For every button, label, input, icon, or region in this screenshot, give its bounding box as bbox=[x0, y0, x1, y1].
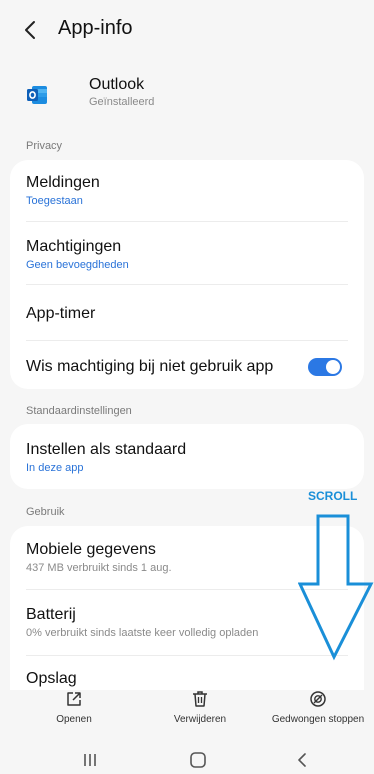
scroll-down-arrow-icon bbox=[298, 514, 374, 661]
set-default-item[interactable]: Instellen als standaard In deze app bbox=[26, 441, 348, 474]
chevron-left-icon bbox=[298, 753, 306, 767]
app-name: Outlook bbox=[89, 76, 145, 93]
back-button[interactable] bbox=[24, 16, 48, 44]
scroll-annotation-label: SCROLL bbox=[308, 489, 358, 503]
remove-permissions-title: Wis machtiging bij niet gebruik app bbox=[26, 358, 274, 375]
app-timer-title: App-timer bbox=[26, 305, 96, 322]
section-label-defaults: Standaardinstellingen bbox=[26, 405, 132, 417]
system-navigation-bar bbox=[0, 745, 374, 773]
open-label: Openen bbox=[56, 714, 92, 725]
outlook-app-icon bbox=[27, 86, 47, 104]
uninstall-button[interactable]: Verwijderen bbox=[150, 690, 250, 725]
permissions-status: Geen bevoegdheden bbox=[26, 259, 129, 271]
storage-title: Opslag bbox=[26, 670, 77, 687]
recent-apps-button[interactable] bbox=[78, 751, 102, 769]
open-external-icon bbox=[67, 692, 81, 706]
app-install-status: Geïnstalleerd bbox=[89, 96, 155, 108]
app-bar: App-info bbox=[0, 0, 374, 60]
remove-permissions-toggle[interactable] bbox=[308, 358, 342, 376]
privacy-card: Meldingen Toegestaan Machtigingen Geen b… bbox=[10, 160, 364, 389]
remove-permissions-item[interactable]: Wis machtiging bij niet gebruik app bbox=[26, 358, 348, 376]
force-stop-button[interactable]: Gedwongen stoppen bbox=[268, 690, 368, 725]
trash-icon bbox=[193, 691, 207, 707]
bottom-action-bar: Openen Verwijderen Gedwongen stoppen bbox=[0, 690, 374, 734]
uninstall-label: Verwijderen bbox=[173, 714, 227, 725]
divider bbox=[26, 221, 348, 222]
notifications-item[interactable]: Meldingen Toegestaan bbox=[26, 174, 348, 207]
system-back-button[interactable] bbox=[290, 751, 314, 769]
toggle-knob bbox=[326, 360, 340, 374]
defaults-card: Instellen als standaard In deze app bbox=[10, 424, 364, 489]
chevron-left-icon bbox=[25, 21, 35, 39]
stop-icon bbox=[310, 691, 326, 707]
section-label-privacy: Privacy bbox=[26, 140, 63, 152]
app-summary: Outlook Geïnstalleerd bbox=[0, 64, 374, 124]
divider bbox=[26, 284, 348, 285]
permissions-item[interactable]: Machtigingen Geen bevoegdheden bbox=[26, 238, 348, 271]
notifications-status: Toegestaan bbox=[26, 195, 83, 207]
permissions-title: Machtigingen bbox=[26, 238, 122, 255]
home-icon bbox=[190, 752, 206, 768]
set-default-title: Instellen als standaard bbox=[26, 441, 187, 458]
home-button[interactable] bbox=[186, 751, 210, 769]
recent-apps-icon bbox=[84, 754, 96, 766]
page-title: App-info bbox=[58, 17, 133, 39]
force-stop-label: Gedwongen stoppen bbox=[271, 714, 365, 725]
section-label-usage: Gebruik bbox=[26, 506, 65, 518]
divider bbox=[26, 340, 348, 341]
set-default-status: In deze app bbox=[26, 462, 84, 474]
storage-item[interactable]: Opslag bbox=[26, 670, 348, 688]
app-timer-item[interactable]: App-timer bbox=[26, 305, 348, 323]
notifications-title: Meldingen bbox=[26, 174, 100, 191]
open-button[interactable]: Openen bbox=[24, 690, 124, 725]
